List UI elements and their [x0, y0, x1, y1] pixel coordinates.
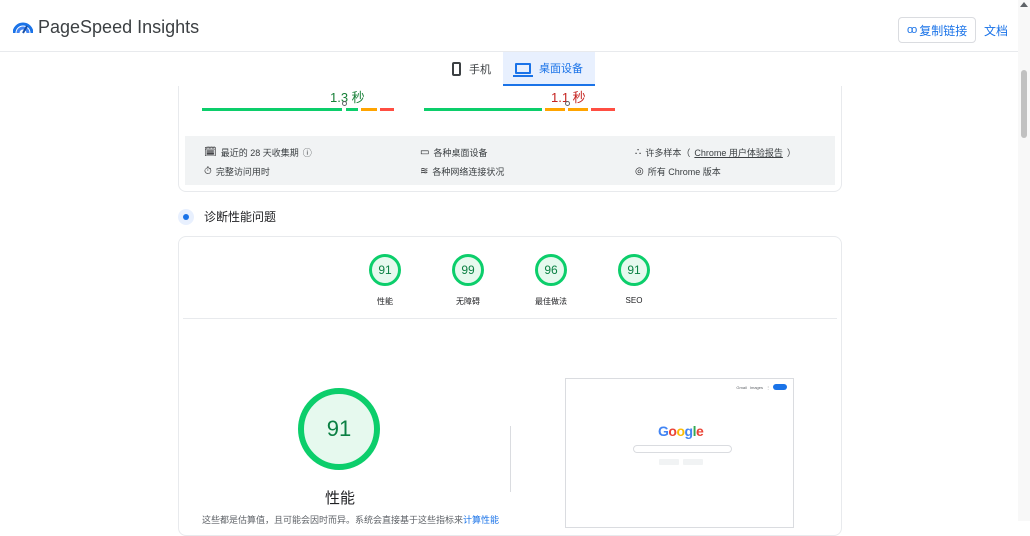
metric-bar-poor-1 — [380, 108, 394, 111]
page-screenshot: Gmail Images ⋮ Google — [565, 378, 794, 528]
chrome-versions-text: 所有 Chrome 版本 — [647, 167, 721, 177]
screenshot-link-gmail: Gmail — [736, 384, 747, 390]
help-icon[interactable]: ⓘ — [303, 146, 312, 159]
calendar-icon: 🗓 — [204, 147, 217, 158]
calculate-performance-link[interactable]: 计算性能 — [463, 515, 499, 525]
screenshot-search-button — [659, 459, 679, 465]
wifi-icon: ≋ — [420, 166, 429, 177]
scrollbar-thumb[interactable] — [1021, 70, 1027, 138]
score-gauge-best-practices[interactable]: 96 — [535, 254, 567, 286]
info-collection-period: 🗓 最近的 28 天收集期 ⓘ — [204, 146, 312, 159]
samples-icon: ∴ — [635, 147, 642, 158]
docs-link[interactable]: 文档 — [984, 22, 1008, 39]
metric-bar-good-1 — [202, 108, 342, 111]
performance-description-text: 这些都是估算值，且可能会因时而异。系统会直接基于这些指标来 — [202, 515, 464, 525]
samples-prefix: 许多样本（ — [645, 148, 691, 158]
metric-bar-avg-2 — [545, 108, 565, 111]
collection-period-text: 最近的 28 天收集期 — [220, 148, 299, 158]
score-label-accessibility: 无障碍 — [456, 297, 480, 306]
score-value: 91 — [627, 263, 641, 277]
metric-bar-avg-1 — [361, 108, 377, 111]
info-visit-duration: ⏱ 完整访问用时 — [204, 165, 270, 178]
score-label-seo: SEO — [625, 296, 643, 305]
score-label-performance: 性能 — [377, 297, 393, 306]
scroll-up-arrow-icon[interactable] — [1020, 2, 1028, 7]
performance-label: 性能 — [324, 490, 355, 507]
devices-icon: ▭ — [420, 147, 430, 158]
score-value: 99 — [461, 263, 475, 277]
screenshot-link-images: Images — [749, 384, 763, 390]
metric-bar-avg-tail-2 — [568, 108, 588, 111]
phone-icon — [452, 62, 461, 76]
vertical-divider — [510, 426, 511, 492]
samples-suffix: ） — [786, 148, 796, 158]
tab-desktop-label: 桌面设备 — [539, 63, 583, 75]
screenshot-signin-button — [773, 384, 787, 390]
screenshot-header-links: Gmail Images ⋮ — [736, 384, 787, 390]
performance-gauge: 91 — [298, 388, 380, 470]
screenshot-lucky-button — [683, 459, 703, 465]
apps-grid-icon: ⋮ — [766, 384, 770, 390]
diagnose-section-header: 诊断性能问题 — [178, 208, 276, 225]
network-text: 各种网络连接状况 — [432, 167, 505, 177]
performance-score: 91 — [326, 416, 352, 441]
top-bar: PageSpeed Insights oo 复制链接 文档 — [0, 0, 1018, 52]
diagnose-title: 诊断性能问题 — [204, 210, 277, 224]
performance-description: 这些都是估算值，且可能会因时而异。系统会直接基于这些指标来计算性能 — [202, 513, 499, 526]
score-value: 91 — [378, 263, 392, 277]
crux-report-link[interactable]: Chrome 用户体验报告 — [694, 146, 783, 159]
score-gauge-performance[interactable]: 91 — [369, 254, 401, 286]
tab-mobile[interactable]: 手机 — [440, 52, 503, 86]
info-devices: ▭ 各种桌面设备 — [420, 146, 487, 159]
pagespeed-logo-icon — [13, 22, 33, 34]
chrome-icon: ◎ — [635, 166, 644, 177]
score-gauge-seo[interactable]: 91 — [618, 254, 650, 286]
tab-mobile-label: 手机 — [469, 64, 491, 76]
app-title: PageSpeed Insights — [38, 17, 200, 37]
metric-value-1: 1.3 秒 — [330, 90, 365, 105]
divider — [183, 318, 837, 319]
copy-link-label: 复制链接 — [919, 23, 968, 38]
metric-marker-1 — [342, 101, 347, 106]
timer-icon: ⏱ — [204, 166, 212, 177]
devices-text: 各种桌面设备 — [433, 148, 488, 158]
screenshot-search-box — [633, 445, 732, 453]
device-tabs: 手机 桌面设备 — [440, 52, 595, 86]
link-icon: oo — [907, 24, 917, 36]
metric-bar-good-tail-1 — [346, 108, 358, 111]
visit-duration-text: 完整访问用时 — [215, 167, 270, 177]
info-network: ≋ 各种网络连接状况 — [420, 165, 504, 178]
screenshot-google-logo: Google — [658, 423, 704, 439]
score-value: 96 — [544, 263, 558, 277]
diagnose-icon — [178, 208, 194, 225]
info-samples: ∴ 许多样本（ Chrome 用户体验报告） — [635, 146, 796, 159]
metric-bar-poor-2 — [591, 108, 615, 111]
metric-bar-good-2 — [424, 108, 542, 111]
laptop-icon — [513, 62, 533, 77]
field-data-info — [185, 136, 835, 185]
copy-link-button[interactable]: oo 复制链接 — [898, 17, 977, 43]
tab-desktop[interactable]: 桌面设备 — [503, 52, 595, 86]
score-label-best-practices: 最佳做法 — [535, 297, 567, 306]
info-chrome-versions: ◎ 所有 Chrome 版本 — [635, 165, 721, 178]
score-gauge-accessibility[interactable]: 99 — [452, 254, 484, 286]
metric-marker-2 — [565, 101, 570, 106]
vertical-scrollbar[interactable] — [1018, 0, 1030, 521]
